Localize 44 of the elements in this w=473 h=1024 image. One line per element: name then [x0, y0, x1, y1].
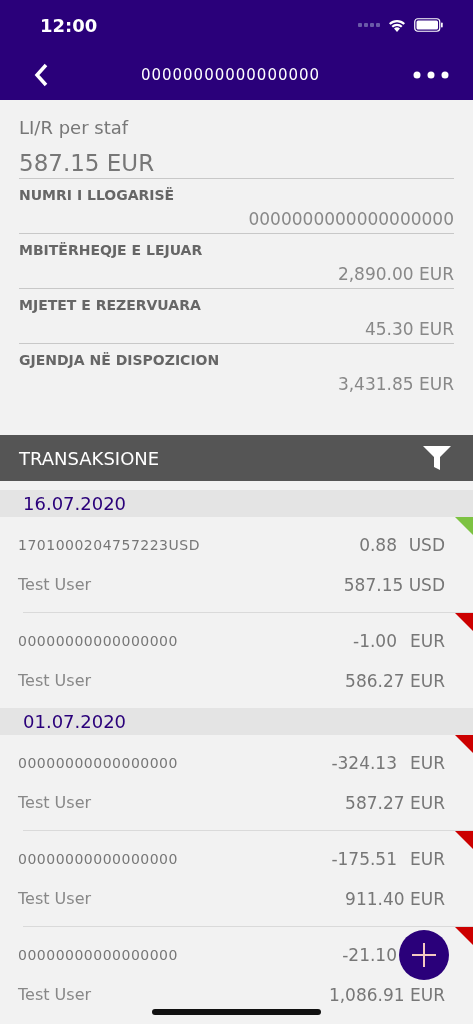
transaction-amount: -175.51	[331, 848, 397, 869]
running-balance: 1,086.91 EUR	[328, 984, 445, 1005]
plus-icon	[412, 943, 436, 967]
transaction-amount: -21.10	[342, 944, 397, 965]
field-value: 45.30 EUR	[363, 318, 454, 341]
transaction-amount: -324.13	[331, 752, 397, 773]
transaction-reference: 00000000000000000	[18, 754, 178, 771]
field-value: 0000000000000000000	[247, 208, 454, 231]
field-label: NUMRI I LLOGARISË	[19, 187, 176, 203]
amount-currency: EUR	[409, 848, 445, 869]
date-text: 01.07.2020	[23, 711, 127, 732]
amount-currency: USD	[407, 534, 445, 555]
running-balance: 587.27 EUR	[345, 792, 445, 813]
section-title: TRANSAKSIONE	[19, 447, 160, 469]
battery-icon	[414, 18, 443, 32]
field-label: MJETET E REZERVUARA	[19, 297, 202, 313]
transaction-reference: 00000000000000000	[18, 946, 178, 963]
account-balance: 587.15 EUR	[19, 144, 454, 179]
transaction-name: Test User	[18, 985, 92, 1004]
running-balance: 586.27 EUR	[345, 670, 445, 691]
transaction-name: Test User	[18, 671, 92, 690]
transaction-reference: 00000000000000000	[18, 850, 178, 867]
date-text: 16.07.2020	[23, 493, 127, 514]
running-balance: 911.40 EUR	[345, 888, 445, 909]
amount-currency: EUR	[409, 630, 445, 651]
signal-icon	[358, 23, 380, 27]
field-value: 3,431.85 EUR	[336, 373, 454, 396]
wifi-icon	[388, 18, 406, 32]
transaction-name: Test User	[18, 889, 92, 908]
status-time: 12:00	[40, 14, 98, 36]
transaction-amount: -1.00	[353, 630, 397, 651]
field-label: MBITËRHEQJE E LEJUAR	[19, 242, 204, 258]
nav-title: 00000000000000000	[140, 66, 321, 84]
field-label: GJENDJA NË DISPOZICION	[19, 352, 221, 368]
transaction-name: Test User	[18, 793, 92, 812]
transaction-name: Test User	[18, 575, 92, 594]
amount-currency: EUR	[409, 752, 445, 773]
add-button[interactable]	[399, 930, 449, 980]
running-balance: 587.15 USD	[343, 574, 445, 595]
transaction-reference: 1701000204757223USD	[18, 536, 200, 553]
account-type: LI/R per staf	[19, 115, 130, 140]
transaction-reference: 00000000000000000	[18, 632, 178, 649]
field-value: 2,890.00 EUR	[336, 263, 454, 286]
transaction-amount: 0.88	[359, 534, 397, 555]
